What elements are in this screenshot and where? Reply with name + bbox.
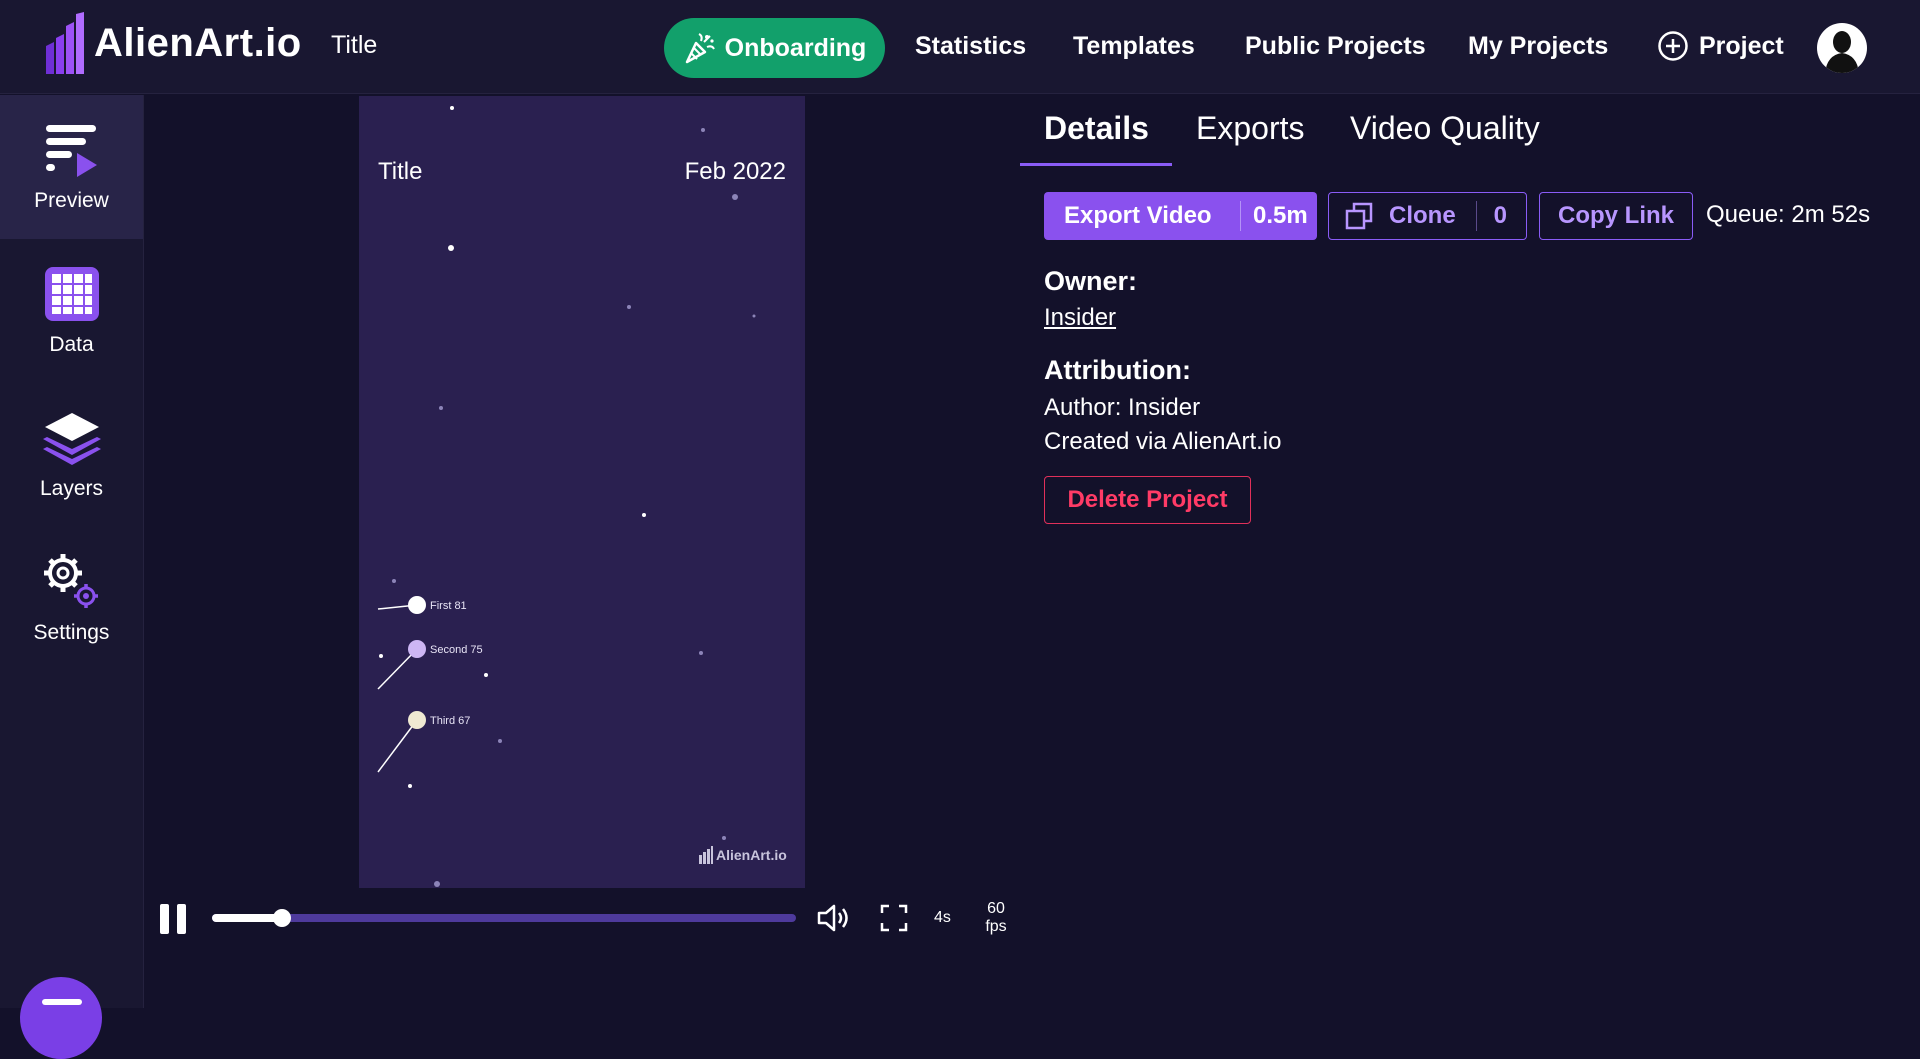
grid-icon [44,267,99,321]
fps-unit: fps [985,918,1007,935]
plus-circle-icon [1658,31,1688,61]
star-field [379,106,756,887]
star-dot [732,194,738,200]
gear-icon [43,554,98,608]
pause-button[interactable] [160,904,188,934]
onboarding-label: Onboarding [724,33,867,62]
race-item-label: First 81 [430,600,467,612]
owner-heading: Owner: [1044,266,1138,296]
race-item-label: Second 75 [430,644,483,656]
top-bar: AlienArt.io Title Onboarding Statistics … [0,0,1920,94]
author-line: Author: Insider [1044,394,1201,421]
tab-details[interactable]: Details [1044,110,1149,170]
nav-templates[interactable]: Templates [1073,32,1195,61]
race-item-dot [408,711,426,729]
active-tab-indicator [1020,163,1172,166]
nav-my-projects[interactable]: My Projects [1468,32,1608,61]
star-dot [448,245,454,251]
delete-project-button[interactable]: Delete Project [1044,476,1251,524]
sidebar-item-label: Preview [34,189,109,212]
export-video-label: Export Video [1064,202,1212,229]
star-dot [701,128,705,132]
clone-label: Clone [1389,202,1456,229]
nav-public-projects[interactable]: Public Projects [1245,32,1426,61]
star-dot [627,305,631,309]
clone-button[interactable]: Clone 0 [1328,192,1527,240]
new-project-button[interactable]: Project [1657,30,1784,62]
owner-link[interactable]: Insider [1044,304,1116,332]
sidebar-item-label: Layers [39,477,104,500]
layers-icon [42,413,101,465]
queue-status: Queue: 2m 52s [1706,201,1871,228]
star-dot [722,836,726,840]
race-item-label: Third 67 [430,715,470,727]
watermark-text: AlienArt.io [716,847,787,863]
star-dot [752,314,756,318]
alienart-logo-icon [699,846,713,864]
sidebar-item-layers[interactable]: Layers [0,383,143,527]
created-line: Created via AlienArt.io [1044,428,1282,455]
seek-handle[interactable] [273,909,292,927]
star-dot [434,881,440,887]
sidebar-item-label: Data [49,333,94,356]
preview-date: Feb 2022 [684,158,786,185]
preview-title: Title [378,158,423,185]
duration-label[interactable]: 4s [934,909,951,927]
seek-bar[interactable] [212,909,796,927]
volume-icon[interactable] [816,903,852,933]
new-project-label: Project [1699,31,1784,60]
user-silhouette-icon [1825,31,1859,73]
sidebar-item-label: Settings [33,621,110,644]
left-sidebar: Preview Data Layers Settings [0,95,144,1059]
star-dot [408,784,412,788]
sidebar-item-data[interactable]: Data [0,239,143,383]
user-avatar[interactable] [1817,23,1867,73]
export-video-value: 0.5m [1253,202,1308,229]
brand-name: AlienArt.io [94,20,302,65]
race-item-trail [377,719,418,773]
star-dot [699,651,703,655]
star-dot [498,739,502,743]
preview-scene: First 81 Second 75 Third 67 [377,106,756,887]
party-popper-icon [685,33,715,64]
clone-icon [1345,202,1373,230]
tab-video-quality[interactable]: Video Quality [1350,110,1540,170]
star-dot [484,673,488,677]
fullscreen-icon[interactable] [880,904,908,932]
copy-link-button[interactable]: Copy Link [1539,192,1693,240]
star-dot [392,579,396,583]
fps-value: 60 [987,900,1005,917]
attribution-heading: Attribution: [1044,355,1191,385]
project-title[interactable]: Title [331,31,377,60]
seek-progress [212,914,283,922]
help-button[interactable] [20,977,102,1059]
export-video-button[interactable]: Export Video 0.5m [1044,192,1317,240]
help-bar-icon [42,999,82,1005]
star-dot [642,513,646,517]
tab-exports[interactable]: Exports [1196,110,1304,170]
clone-count: 0 [1493,202,1508,229]
star-dot [379,654,383,658]
race-item-dot [408,596,426,614]
race-items: First 81 Second 75 Third 67 [377,596,483,773]
star-dot [450,106,454,110]
onboarding-button[interactable]: Onboarding [664,18,885,78]
video-preview[interactable]: First 81 Second 75 Third 67 Title Feb 2022… [359,96,805,888]
preview-icon [45,125,97,177]
preview-watermark: AlienArt.io [699,846,787,864]
nav-statistics[interactable]: Statistics [915,32,1026,61]
star-dot [439,406,443,410]
race-item-dot [408,640,426,658]
sidebar-item-settings[interactable]: Settings [0,527,143,671]
alienart-logo-icon [46,12,84,74]
sidebar-item-preview[interactable]: Preview [0,95,143,239]
fps-label[interactable]: 60 fps [980,900,1012,936]
brand[interactable]: AlienArt.io [46,12,302,74]
